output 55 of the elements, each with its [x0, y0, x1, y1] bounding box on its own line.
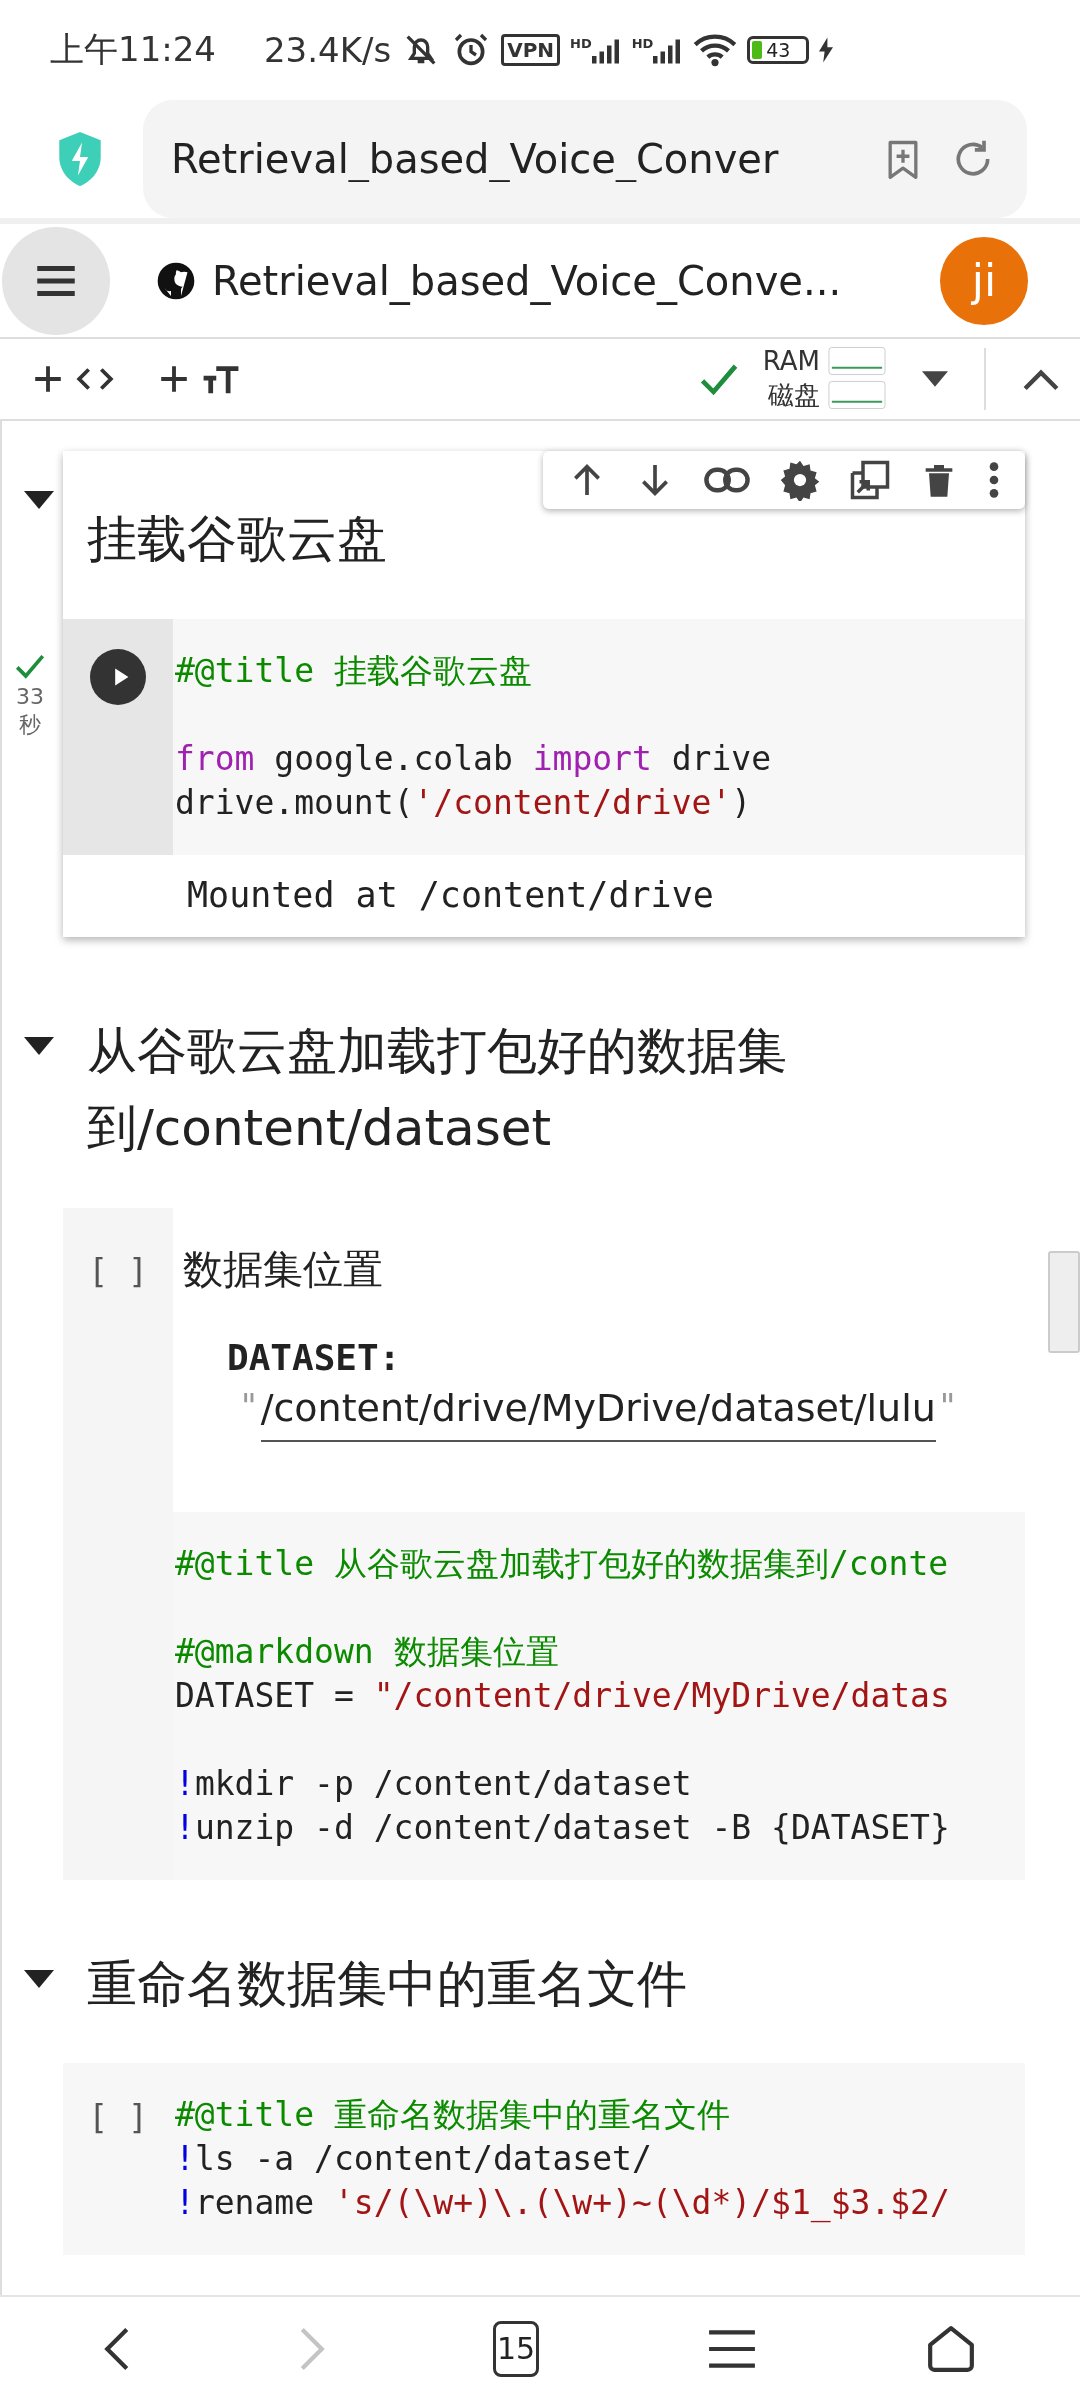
tabs-button[interactable]: 15	[492, 2320, 539, 2377]
collapse-section-icon[interactable]	[24, 1036, 54, 1055]
execution-unit: 秒	[19, 711, 41, 740]
cell-output: Mounted at /content/drive	[63, 854, 1025, 937]
section-heading: 从谷歌云盘加载打包好的数据集到/content/dataset	[87, 1020, 788, 1160]
code-line: #@title 挂载谷歌云盘	[175, 649, 533, 692]
code-line: DATASET = "/content/drive/MyDrive/datas	[175, 1674, 951, 1717]
resource-label: RAM	[762, 345, 820, 376]
mirror-cell-icon[interactable]	[849, 459, 891, 502]
back-icon[interactable]	[104, 2325, 131, 2372]
scrollbar-thumb[interactable]	[1048, 1251, 1080, 1354]
home-icon[interactable]	[925, 2323, 976, 2374]
code-editor[interactable]: #@title 从谷歌云盘加载打包好的数据集到/conte #@markdown 数据集位置 DATASET = "/content/drive/MyDrive/datas !mkdir -p /content/dataset !unzip -d /content/dataset -B {DATASET}	[173, 1511, 1025, 1880]
code-line: !rename 's/(\w+)\.(\w+)~(\d*)/$1_$3.$2/	[175, 2182, 951, 2225]
dataset-field[interactable]: /content/drive/MyDrive/dataset/lulu	[260, 1385, 936, 1442]
field-label: DATASET:	[226, 1336, 402, 1378]
quote-mark: "	[939, 1385, 956, 1426]
code-line: #@title 重命名数据集中的重名文件	[175, 2094, 731, 2137]
status-time: 上午11:24	[50, 28, 216, 72]
network-type: HD	[631, 36, 654, 52]
vpn-indicator: VPN	[501, 34, 561, 67]
code-line: #@title 从谷歌云盘加载打包好的数据集到/conte	[175, 1542, 950, 1585]
menu-icon[interactable]	[707, 2327, 758, 2370]
form-title: 数据集位置	[183, 1244, 384, 1294]
quote-mark: "	[241, 1385, 257, 1426]
link-icon[interactable]	[703, 466, 751, 495]
resource-label: 磁盘	[768, 378, 820, 412]
usage-meter	[828, 345, 886, 376]
code-line: drive.mount('/content/drive')	[175, 781, 753, 824]
collapse-section-icon[interactable]	[24, 491, 54, 510]
battery-indicator: 43	[747, 36, 810, 65]
more-icon[interactable]	[987, 460, 1001, 501]
settings-icon[interactable]	[779, 459, 821, 502]
code-line: !ls -a /content/dataset/	[175, 2138, 653, 2181]
notebook-title[interactable]: Retrieval_based_Voice_Conve...	[212, 257, 842, 304]
plus-icon	[32, 363, 64, 395]
usage-meter	[828, 380, 886, 410]
code-line: #@markdown 数据集位置	[175, 1630, 560, 1673]
network-speed: 23.4K/s	[264, 30, 392, 71]
network-type: HD	[570, 36, 592, 52]
code-line: !unzip -d /content/dataset -B {DATASET}	[175, 1806, 951, 1849]
run-button[interactable]: [ ]	[88, 1249, 148, 1294]
code-editor[interactable]: #@title 重命名数据集中的重名文件 !ls -a /content/dataset/ !rename 's/(\w+)\.(\w+)~(\d*)/$1_$3.$2/	[173, 2063, 1025, 2256]
code-line: !mkdir -p /content/dataset	[175, 1762, 693, 1805]
section-heading: 挂载谷歌云盘	[87, 509, 387, 571]
plus-icon	[158, 363, 190, 395]
dropdown-caret-icon[interactable]	[922, 371, 948, 387]
execution-time: 33	[16, 682, 44, 711]
code-line: from google.colab import drive	[175, 737, 773, 780]
run-button[interactable]: [ ]	[88, 2095, 148, 2140]
collapse-section-icon[interactable]	[24, 1969, 54, 1988]
wifi-icon	[693, 32, 738, 69]
charging-icon	[819, 37, 834, 64]
text-size-icon	[202, 363, 240, 395]
section-heading: 重命名数据集中的重名文件	[87, 1953, 687, 2015]
